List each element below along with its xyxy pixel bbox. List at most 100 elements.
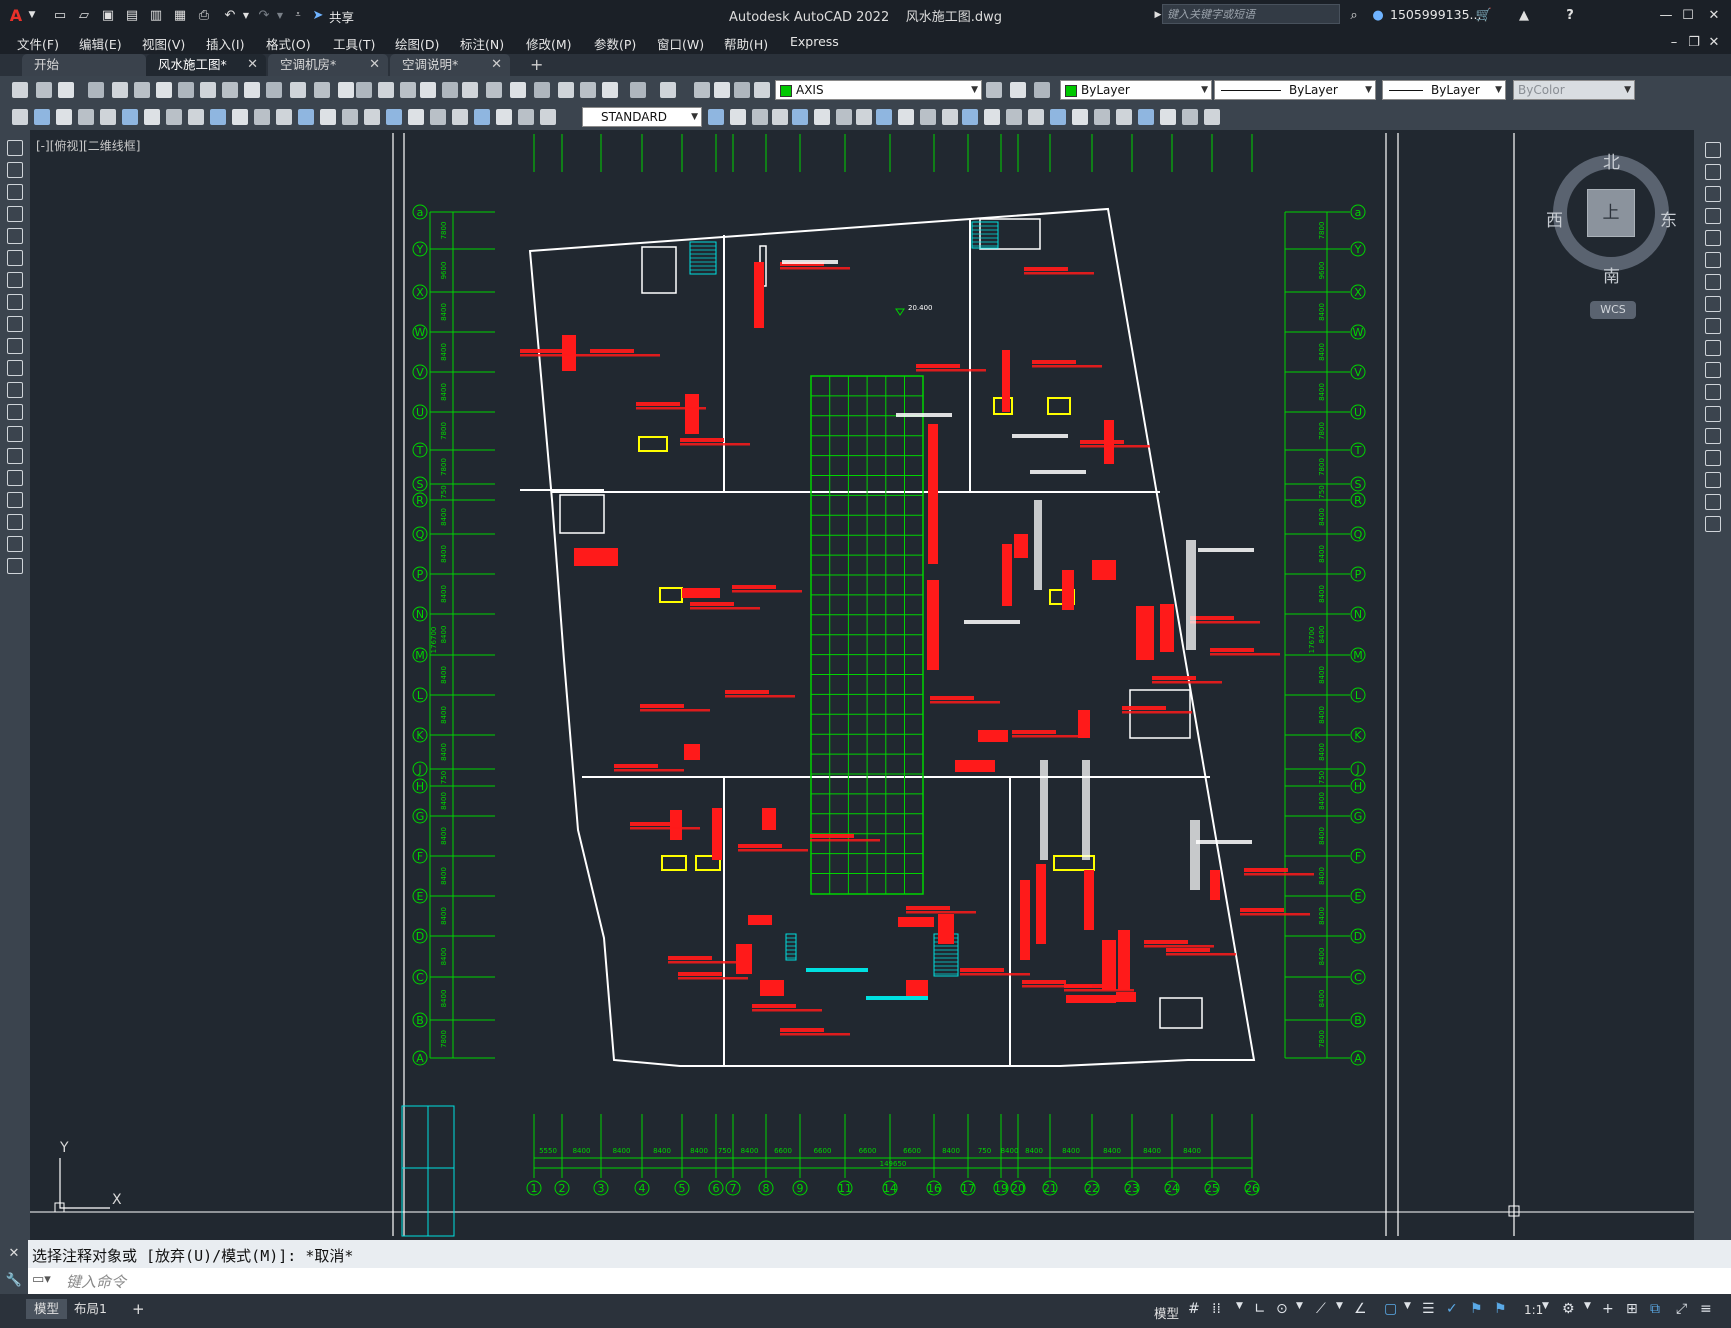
dimension-toolbar-tool-icon[interactable] xyxy=(772,109,788,125)
compass-west[interactable]: 西 xyxy=(1546,206,1563,231)
standard-toolbar-tool-icon[interactable] xyxy=(986,82,1002,98)
modify-tool-icon[interactable] xyxy=(1705,340,1721,356)
polar-icon[interactable]: ⊙ xyxy=(1276,1301,1288,1317)
snap-dropdown-icon[interactable]: ▼ xyxy=(1236,1301,1243,1311)
viewport-controls-label[interactable]: [-][俯视][二维线框] xyxy=(36,137,140,154)
tab-fengshui-drawing[interactable]: 风水施工图* ✕ xyxy=(146,54,266,76)
draw-tool-icon[interactable] xyxy=(7,426,23,442)
dimension-toolbar-tool-icon[interactable] xyxy=(1050,109,1066,125)
search-icon[interactable]: ⌕ xyxy=(1344,5,1364,25)
menu-format[interactable]: 格式(O) xyxy=(266,34,311,53)
dimension-toolbar-tool-icon[interactable] xyxy=(962,109,978,125)
close-window-icon[interactable]: ✕ xyxy=(1704,5,1724,25)
modify-tool-icon[interactable] xyxy=(1705,252,1721,268)
modify-tool-icon[interactable] xyxy=(1705,384,1721,400)
standard-toolbar-tool-icon[interactable] xyxy=(486,82,502,98)
units-icon[interactable]: ⊞ xyxy=(1626,1301,1638,1317)
standard-toolbar-tool-icon[interactable] xyxy=(602,82,618,98)
modify-tool-icon[interactable] xyxy=(1705,164,1721,180)
modify-tool-icon[interactable] xyxy=(1705,230,1721,246)
standard-toolbar-tool-icon[interactable] xyxy=(290,82,306,98)
standard-toolbar-tool-icon[interactable] xyxy=(12,82,28,98)
dimension-toolbar-tool-icon[interactable] xyxy=(56,109,72,125)
dimension-toolbar-tool-icon[interactable] xyxy=(920,109,936,125)
dimension-toolbar-tool-icon[interactable] xyxy=(78,109,94,125)
menu-help[interactable]: 帮助(H) xyxy=(724,34,768,53)
draw-tool-icon[interactable] xyxy=(7,272,23,288)
osnap-tracking-icon[interactable]: ∠ xyxy=(1354,1301,1367,1317)
dimension-toolbar-tool-icon[interactable] xyxy=(876,109,892,125)
snap-icon[interactable]: ⁞⁞ xyxy=(1212,1301,1221,1317)
lineweight-combo[interactable]: ByLayer ▼ xyxy=(1382,80,1506,100)
customization-icon[interactable]: ≡ xyxy=(1700,1301,1712,1317)
dimension-toolbar-tool-icon[interactable] xyxy=(1160,109,1176,125)
workspace-gear-icon[interactable]: ⚙ xyxy=(1562,1301,1575,1317)
draw-tool-icon[interactable] xyxy=(7,294,23,310)
scale-dropdown-icon[interactable]: ▼ xyxy=(1542,1301,1549,1311)
menu-window[interactable]: 窗口(W) xyxy=(657,34,704,53)
auto-scale-icon[interactable]: ⚑ xyxy=(1494,1301,1507,1317)
modify-tool-icon[interactable] xyxy=(1705,450,1721,466)
dimension-toolbar-tool-icon[interactable] xyxy=(1072,109,1088,125)
dimension-toolbar-tool-icon[interactable] xyxy=(408,109,424,125)
dimension-toolbar-tool-icon[interactable] xyxy=(1182,109,1198,125)
layer-combo[interactable]: AXIS ▼ xyxy=(775,80,982,100)
viewcube-face[interactable]: 上 xyxy=(1587,189,1635,237)
doc-restore-icon[interactable]: ❐ xyxy=(1684,32,1704,52)
menu-parametric[interactable]: 参数(P) xyxy=(594,34,636,53)
draw-tool-icon[interactable] xyxy=(7,206,23,222)
annotation-visibility-icon[interactable]: ⚑ xyxy=(1470,1301,1483,1317)
dimension-toolbar-tool-icon[interactable] xyxy=(34,109,50,125)
autodesk-app-icon[interactable]: ▲ xyxy=(1514,5,1534,25)
modify-tool-icon[interactable] xyxy=(1705,142,1721,158)
menu-modify[interactable]: 修改(M) xyxy=(526,34,572,53)
tab-model[interactable]: 模型 xyxy=(26,1299,68,1319)
menu-edit[interactable]: 编辑(E) xyxy=(79,34,122,53)
model-space-button[interactable]: 模型 xyxy=(1154,1303,1179,1322)
dimension-toolbar-tool-icon[interactable] xyxy=(320,109,336,125)
recent-commands-icon[interactable]: ▭▾ xyxy=(32,1272,51,1287)
app-menu-chevron-icon[interactable]: ▼ xyxy=(22,5,42,25)
modify-tool-icon[interactable] xyxy=(1705,208,1721,224)
dimension-toolbar-tool-icon[interactable] xyxy=(814,109,830,125)
dimension-toolbar-tool-icon[interactable] xyxy=(708,109,724,125)
modify-tool-icon[interactable] xyxy=(1705,318,1721,334)
draw-tool-icon[interactable] xyxy=(7,558,23,574)
open-file-icon[interactable]: ▱ xyxy=(74,5,94,25)
standard-toolbar-tool-icon[interactable] xyxy=(134,82,150,98)
maximize-window-icon[interactable]: ☐ xyxy=(1678,5,1698,25)
dimension-toolbar-tool-icon[interactable] xyxy=(1006,109,1022,125)
standard-toolbar-tool-icon[interactable] xyxy=(558,82,574,98)
object-snap-dropdown-icon[interactable]: ▼ xyxy=(1404,1301,1411,1311)
isodraft-icon[interactable]: ⟋ xyxy=(1316,1301,1326,1317)
standard-toolbar-tool-icon[interactable] xyxy=(356,82,372,98)
standard-toolbar-tool-icon[interactable] xyxy=(36,82,52,98)
plot-icon[interactable]: ⎙ xyxy=(194,5,214,25)
dimension-toolbar-tool-icon[interactable] xyxy=(942,109,958,125)
selection-cycling-icon[interactable]: ✓ xyxy=(1446,1301,1458,1317)
open-web-icon[interactable]: ▥ xyxy=(146,5,166,25)
dimension-toolbar-tool-icon[interactable] xyxy=(100,109,116,125)
draw-tool-icon[interactable] xyxy=(7,162,23,178)
dimension-toolbar-tool-icon[interactable] xyxy=(254,109,270,125)
command-input[interactable]: 键入命令 xyxy=(66,1271,126,1292)
customize-quick-access-icon[interactable]: ⩡ xyxy=(288,5,308,25)
customize-command-icon[interactable]: 🔧 xyxy=(0,1268,28,1294)
draw-tool-icon[interactable] xyxy=(7,228,23,244)
standard-toolbar-tool-icon[interactable] xyxy=(714,82,730,98)
standard-toolbar-tool-icon[interactable] xyxy=(1034,82,1050,98)
close-command-line-icon[interactable]: ✕ xyxy=(0,1240,28,1268)
polar-dropdown-icon[interactable]: ▼ xyxy=(1296,1301,1303,1311)
color-combo[interactable]: ByLayer ▼ xyxy=(1060,80,1212,100)
clean-screen-icon[interactable]: ⤢ xyxy=(1676,1301,1687,1317)
tab-layout1[interactable]: 布局1 xyxy=(66,1299,115,1319)
dimension-toolbar-tool-icon[interactable] xyxy=(430,109,446,125)
standard-toolbar-tool-icon[interactable] xyxy=(314,82,330,98)
dimension-toolbar-tool-icon[interactable] xyxy=(792,109,808,125)
dimension-toolbar-tool-icon[interactable] xyxy=(518,109,534,125)
dimension-toolbar-tool-icon[interactable] xyxy=(166,109,182,125)
dimension-toolbar-tool-icon[interactable] xyxy=(752,109,768,125)
dimension-toolbar-tool-icon[interactable] xyxy=(364,109,380,125)
user-name[interactable]: 1505999135... xyxy=(1390,7,1481,22)
add-layout-icon[interactable]: + xyxy=(124,1299,153,1319)
